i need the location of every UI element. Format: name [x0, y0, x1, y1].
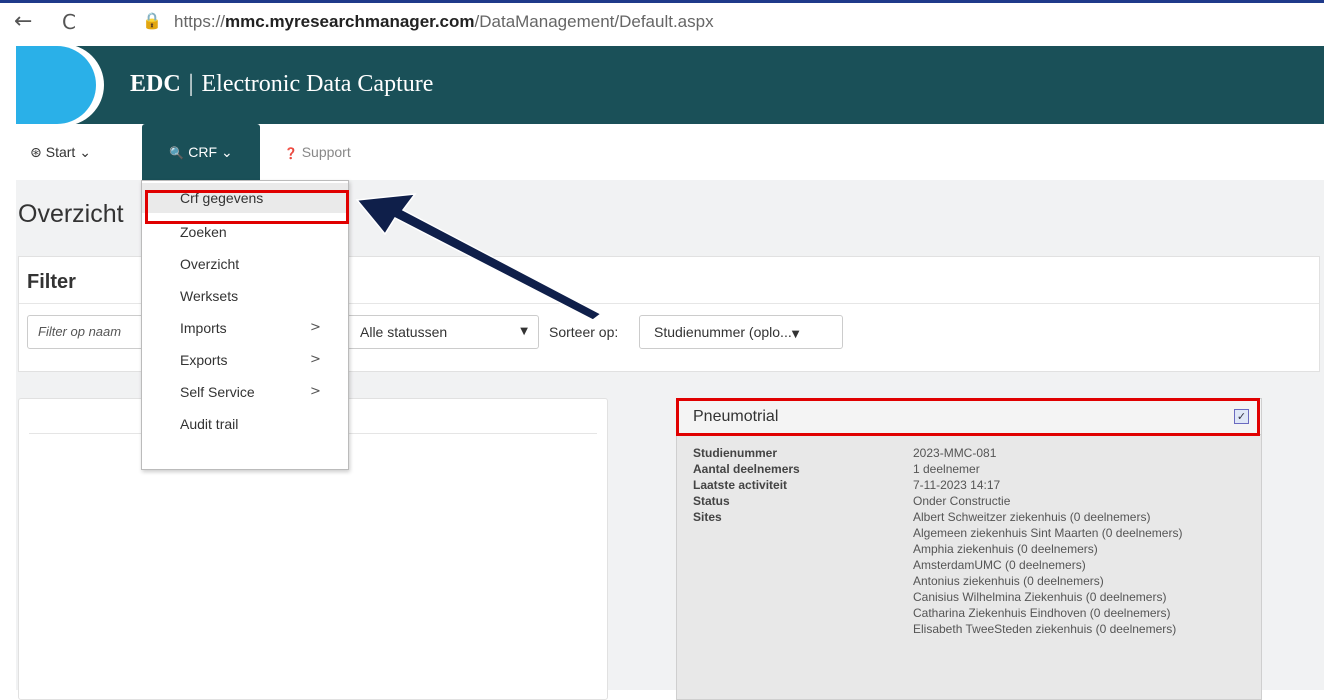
menu-item-overzicht[interactable]: Overzicht	[142, 249, 348, 279]
detail-value: 1 deelnemer	[913, 462, 980, 476]
sort-select-value: Studienummer (oplo...	[654, 324, 792, 340]
chevron-right-icon: >	[310, 352, 321, 367]
site-value: Elisabeth TweeSteden ziekenhuis (0 deeln…	[913, 622, 1177, 636]
back-arrow-icon[interactable]: ←	[14, 9, 32, 34]
site-value: Algemeen ziekenhuis Sint Maarten (0 deel…	[913, 526, 1183, 540]
reload-icon[interactable]: C	[62, 10, 76, 34]
site-value: Canisius Wilhelmina Ziekenhuis (0 deelne…	[913, 590, 1167, 604]
site-value: AmsterdamUMC (0 deelnemers)	[913, 558, 1086, 572]
menu-item-label: Self Service	[180, 384, 255, 400]
menu-crf-label: CRF	[188, 144, 218, 160]
dashboard-icon: ⊛	[30, 145, 42, 161]
sort-select[interactable]: Studienummer (oplo...▼	[639, 315, 843, 349]
chevron-down-icon: ⌄	[220, 144, 233, 160]
menu-item-imports[interactable]: Imports >	[142, 313, 348, 343]
detail-value: 2023-MMC-081	[913, 446, 997, 460]
menu-item-label: Imports	[180, 320, 227, 336]
site-value: Catharina Ziekenhuis Eindhoven (0 deelne…	[913, 606, 1171, 620]
detail-label: Laatste activiteit	[693, 478, 788, 492]
brand-name: EDC	[130, 71, 181, 97]
page-title: Overzicht	[18, 200, 124, 228]
menu-start[interactable]: ⊛ Start ⌄	[30, 124, 91, 180]
detail-label: Sites	[693, 510, 722, 524]
status-select-value: Alle statussen	[360, 324, 448, 340]
chevron-right-icon: >	[310, 384, 321, 399]
address-bar[interactable]: https://mmc.myresearchmanager.com/DataMa…	[174, 12, 714, 32]
detail-value: 7-11-2023 14:17	[913, 478, 1001, 492]
menu-start-label: Start	[45, 144, 76, 160]
main-menu: ⊛ Start ⌄ 🔍 CRF ⌄ ❓ Support	[16, 124, 1324, 180]
highlight-box-study	[676, 398, 1260, 436]
detail-value: Onder Constructie	[913, 494, 1011, 508]
menu-item-label: Zoeken	[180, 224, 227, 240]
app-subtitle: Electronic Data Capture	[201, 71, 434, 97]
chevron-down-icon: ⌄	[79, 144, 91, 160]
detail-label: Status	[693, 494, 730, 508]
menu-item-label: Audit trail	[180, 416, 239, 432]
menu-crf[interactable]: 🔍 CRF ⌄	[142, 124, 260, 180]
site-value: Amphia ziekenhuis (0 deelnemers)	[913, 542, 1098, 556]
url-path: /DataManagement/Default.aspx	[474, 12, 714, 31]
brand-accent-shape	[16, 46, 96, 124]
menu-item-label: Werksets	[180, 288, 239, 304]
lock-icon: 🔒	[142, 11, 162, 30]
menu-item-exports[interactable]: Exports >	[142, 345, 348, 375]
chevron-right-icon: >	[310, 320, 321, 335]
menu-item-label: Exports	[180, 352, 228, 368]
help-icon: ❓	[284, 147, 298, 160]
url-domain: mmc.myresearchmanager.com	[225, 12, 475, 31]
menu-item-audit-trail[interactable]: Audit trail	[142, 409, 348, 439]
menu-item-werksets[interactable]: Werksets	[142, 281, 348, 311]
url-prefix: https://	[174, 12, 226, 31]
menu-item-self-service[interactable]: Self Service >	[142, 377, 348, 407]
app-title: EDC | Electronic Data Capture	[130, 71, 433, 98]
menu-support-label: Support	[301, 144, 351, 160]
detail-label: Studienummer	[693, 446, 778, 460]
study-card[interactable]: Pneumotrial ✓ Studienummer 2023-MMC-081 A…	[676, 398, 1262, 700]
menu-support[interactable]: ❓ Support	[284, 124, 351, 180]
pointer-arrow-icon	[355, 193, 603, 321]
dropdown-caret-icon: ▼	[791, 329, 800, 340]
detail-label: Aantal deelnemers	[693, 462, 800, 476]
filter-name-input[interactable]: Filter op naam	[27, 315, 145, 349]
app-header: EDC | Electronic Data Capture	[16, 46, 1324, 124]
search-icon: 🔍	[169, 146, 185, 160]
title-separator: |	[188, 71, 194, 97]
highlight-box-crf-gegevens	[145, 190, 349, 224]
filter-heading: Filter	[27, 271, 76, 293]
site-value: Antonius ziekenhuis (0 deelnemers)	[913, 574, 1104, 588]
menu-item-label: Overzicht	[180, 256, 240, 272]
browser-toolbar: ← C 🔒 https://mmc.myresearchmanager.com/…	[0, 0, 1324, 46]
detail-value: Albert Schweitzer ziekenhuis (0 deelneme…	[913, 510, 1151, 524]
